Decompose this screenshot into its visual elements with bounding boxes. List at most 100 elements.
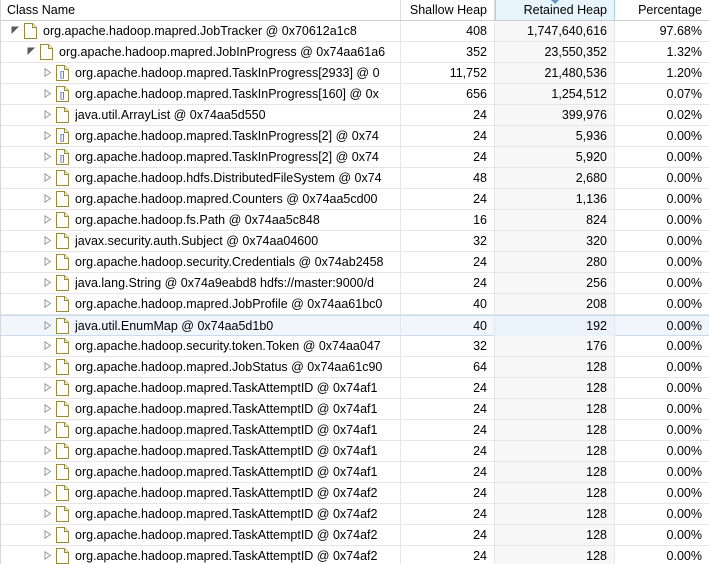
tree-expand-collapse-collapsed-icon[interactable]	[40, 336, 55, 356]
cell-class-name: java.util.ArrayList @ 0x74aa5d550	[1, 105, 401, 125]
column-header-class-name[interactable]: Class Name	[1, 0, 401, 20]
tree-expand-collapse-collapsed-icon[interactable]	[40, 189, 55, 209]
table-row[interactable]: java.util.EnumMap @ 0x74aa5d1b0 40 192 0.00…	[1, 315, 709, 336]
cell-class-name: java.util.EnumMap @ 0x74aa5d1b0	[1, 316, 401, 336]
cell-retained-heap: 1,136	[495, 189, 615, 209]
table-row[interactable]: org.apache.hadoop.mapred.TaskAttemptID @…	[1, 441, 709, 462]
table-row[interactable]: [] org.apache.hadoop.mapred.TaskInProgres…	[1, 147, 709, 168]
cell-retained-heap: 1,747,640,616	[495, 21, 615, 41]
tree-expand-collapse-collapsed-icon[interactable]	[40, 126, 55, 146]
table-row[interactable]: org.apache.hadoop.mapred.JobStatus @ 0x7…	[1, 357, 709, 378]
table-row[interactable]: org.apache.hadoop.fs.Path @ 0x74aa5c848 1…	[1, 210, 709, 231]
tree-expand-collapse-collapsed-icon[interactable]	[40, 105, 55, 125]
tree-expand-collapse-collapsed-icon[interactable]	[40, 84, 55, 104]
cell-shallow-heap: 24	[401, 378, 495, 398]
table-row[interactable]: org.apache.hadoop.mapred.Counters @ 0x74…	[1, 189, 709, 210]
tree-expand-collapse-collapsed-icon[interactable]	[40, 525, 55, 545]
table-row[interactable]: org.apache.hadoop.mapred.JobProfile @ 0x…	[1, 294, 709, 315]
tree-expand-collapse-collapsed-icon[interactable]	[40, 462, 55, 482]
table-row[interactable]: org.apache.hadoop.mapred.TaskAttemptID @…	[1, 462, 709, 483]
dominator-tree-table[interactable]: Class Name Shallow Heap Retained Heap Pe…	[0, 0, 709, 564]
cell-class-name: org.apache.hadoop.mapred.TaskAttemptID @…	[1, 504, 401, 524]
cell-retained-heap: 176	[495, 336, 615, 356]
table-row[interactable]: javax.security.auth.Subject @ 0x74aa0460…	[1, 231, 709, 252]
cell-shallow-heap: 408	[401, 21, 495, 41]
cell-class-name: org.apache.hadoop.mapred.JobStatus @ 0x7…	[1, 357, 401, 377]
tree-expand-collapse-collapsed-icon[interactable]	[40, 147, 55, 167]
table-row[interactable]: org.apache.hadoop.security.Credentials @…	[1, 252, 709, 273]
cell-class-name: [] org.apache.hadoop.mapred.TaskInProgres…	[1, 147, 401, 167]
tree-expand-collapse-collapsed-icon[interactable]	[40, 441, 55, 461]
cell-retained-heap: 128	[495, 525, 615, 545]
tree-expand-collapse-collapsed-icon[interactable]	[40, 504, 55, 524]
cell-percentage: 0.00%	[666, 486, 702, 500]
table-row[interactable]: org.apache.hadoop.hdfs.DistributedFileSy…	[1, 168, 709, 189]
cell-percentage: 0.00%	[666, 423, 702, 437]
java-object-icon	[55, 527, 71, 543]
tree-expand-collapse-collapsed-icon[interactable]	[40, 231, 55, 251]
table-row[interactable]: java.lang.String @ 0x74a9eabd8 hdfs://ma…	[1, 273, 709, 294]
cell-shallow-heap: 40	[401, 294, 495, 314]
table-row[interactable]: org.apache.hadoop.mapred.TaskAttemptID @…	[1, 504, 709, 525]
tree-expand-collapse-collapsed-icon[interactable]	[40, 252, 55, 272]
cell-class-name: org.apache.hadoop.mapred.TaskAttemptID @…	[1, 546, 401, 564]
cell-class-name: org.apache.hadoop.fs.Path @ 0x74aa5c848	[1, 210, 401, 230]
tree-expand-collapse-collapsed-icon[interactable]	[40, 294, 55, 314]
tree-expand-collapse-collapsed-icon[interactable]	[40, 546, 55, 564]
table-row[interactable]: org.apache.hadoop.mapred.TaskAttemptID @…	[1, 399, 709, 420]
tree-expand-collapse-collapsed-icon[interactable]	[40, 168, 55, 188]
tree-expand-collapse-collapsed-icon[interactable]	[40, 483, 55, 503]
table-row[interactable]: [] org.apache.hadoop.mapred.TaskInProgres…	[1, 126, 709, 147]
cell-retained-heap: 280	[495, 252, 615, 272]
table-row[interactable]: org.apache.hadoop.mapred.TaskAttemptID @…	[1, 378, 709, 399]
table-row[interactable]: org.apache.hadoop.mapred.TaskAttemptID @…	[1, 420, 709, 441]
cell-percentage: 0.00%	[666, 129, 702, 143]
java-object-icon	[55, 401, 71, 417]
cell-percentage: 0.00%	[666, 402, 702, 416]
java-object-icon	[55, 548, 71, 564]
tree-expand-collapse-collapsed-icon[interactable]	[40, 316, 55, 336]
tree-expand-collapse-collapsed-icon[interactable]	[40, 210, 55, 230]
table-row[interactable]: org.apache.hadoop.mapred.TaskAttemptID @…	[1, 546, 709, 564]
column-header-shallow-heap[interactable]: Shallow Heap	[401, 0, 495, 20]
cell-shallow-heap: 24	[401, 546, 495, 564]
column-header-class-name-label: Class Name	[7, 3, 76, 17]
tree-expand-collapse-collapsed-icon[interactable]	[40, 357, 55, 377]
table-row[interactable]: org.apache.hadoop.mapred.TaskAttemptID @…	[1, 483, 709, 504]
cell-class-name: [] org.apache.hadoop.mapred.TaskInProgres…	[1, 63, 401, 83]
table-row[interactable]: [] org.apache.hadoop.mapred.TaskInProgres…	[1, 63, 709, 84]
table-row[interactable]: java.util.ArrayList @ 0x74aa5d550 24 399,9…	[1, 105, 709, 126]
cell-percentage: 0.00%	[666, 276, 702, 290]
tree-expand-collapse-collapsed-icon[interactable]	[40, 378, 55, 398]
cell-class-name: org.apache.hadoop.security.token.Token @…	[1, 336, 401, 356]
column-header-retained-heap[interactable]: Retained Heap	[495, 0, 615, 20]
cell-shallow-heap: 32	[401, 336, 495, 356]
tree-expand-collapse-collapsed-icon[interactable]	[40, 420, 55, 440]
cell-class-name: org.apache.hadoop.hdfs.DistributedFileSy…	[1, 168, 401, 188]
cell-class-name: [] org.apache.hadoop.mapred.TaskInProgres…	[1, 84, 401, 104]
cell-percentage: 0.00%	[666, 297, 702, 311]
java-object-icon	[55, 443, 71, 459]
table-row[interactable]: org.apache.hadoop.security.token.Token @…	[1, 336, 709, 357]
cell-shallow-heap: 24	[401, 420, 495, 440]
table-row[interactable]: org.apache.hadoop.mapred.JobTracker @ 0x…	[1, 21, 709, 42]
cell-class-name: org.apache.hadoop.mapred.TaskAttemptID @…	[1, 420, 401, 440]
table-row[interactable]: [] org.apache.hadoop.mapred.TaskInProgres…	[1, 84, 709, 105]
cell-retained-heap: 128	[495, 441, 615, 461]
tree-expand-collapse-collapsed-icon[interactable]	[40, 273, 55, 293]
table-row[interactable]: org.apache.hadoop.mapred.JobInProgress @…	[1, 42, 709, 63]
cell-shallow-heap: 352	[401, 42, 495, 62]
tree-expand-collapse-collapsed-icon[interactable]	[40, 399, 55, 419]
table-row[interactable]: org.apache.hadoop.mapred.TaskAttemptID @…	[1, 525, 709, 546]
tree-expand-collapse-expanded-icon[interactable]	[8, 21, 23, 41]
tree-expand-collapse-expanded-icon[interactable]	[24, 42, 39, 62]
class-name-label: org.apache.hadoop.mapred.TaskInProgress[…	[75, 150, 379, 164]
tree-expand-collapse-collapsed-icon[interactable]	[40, 63, 55, 83]
column-header-percentage[interactable]: Percentage	[615, 0, 709, 20]
